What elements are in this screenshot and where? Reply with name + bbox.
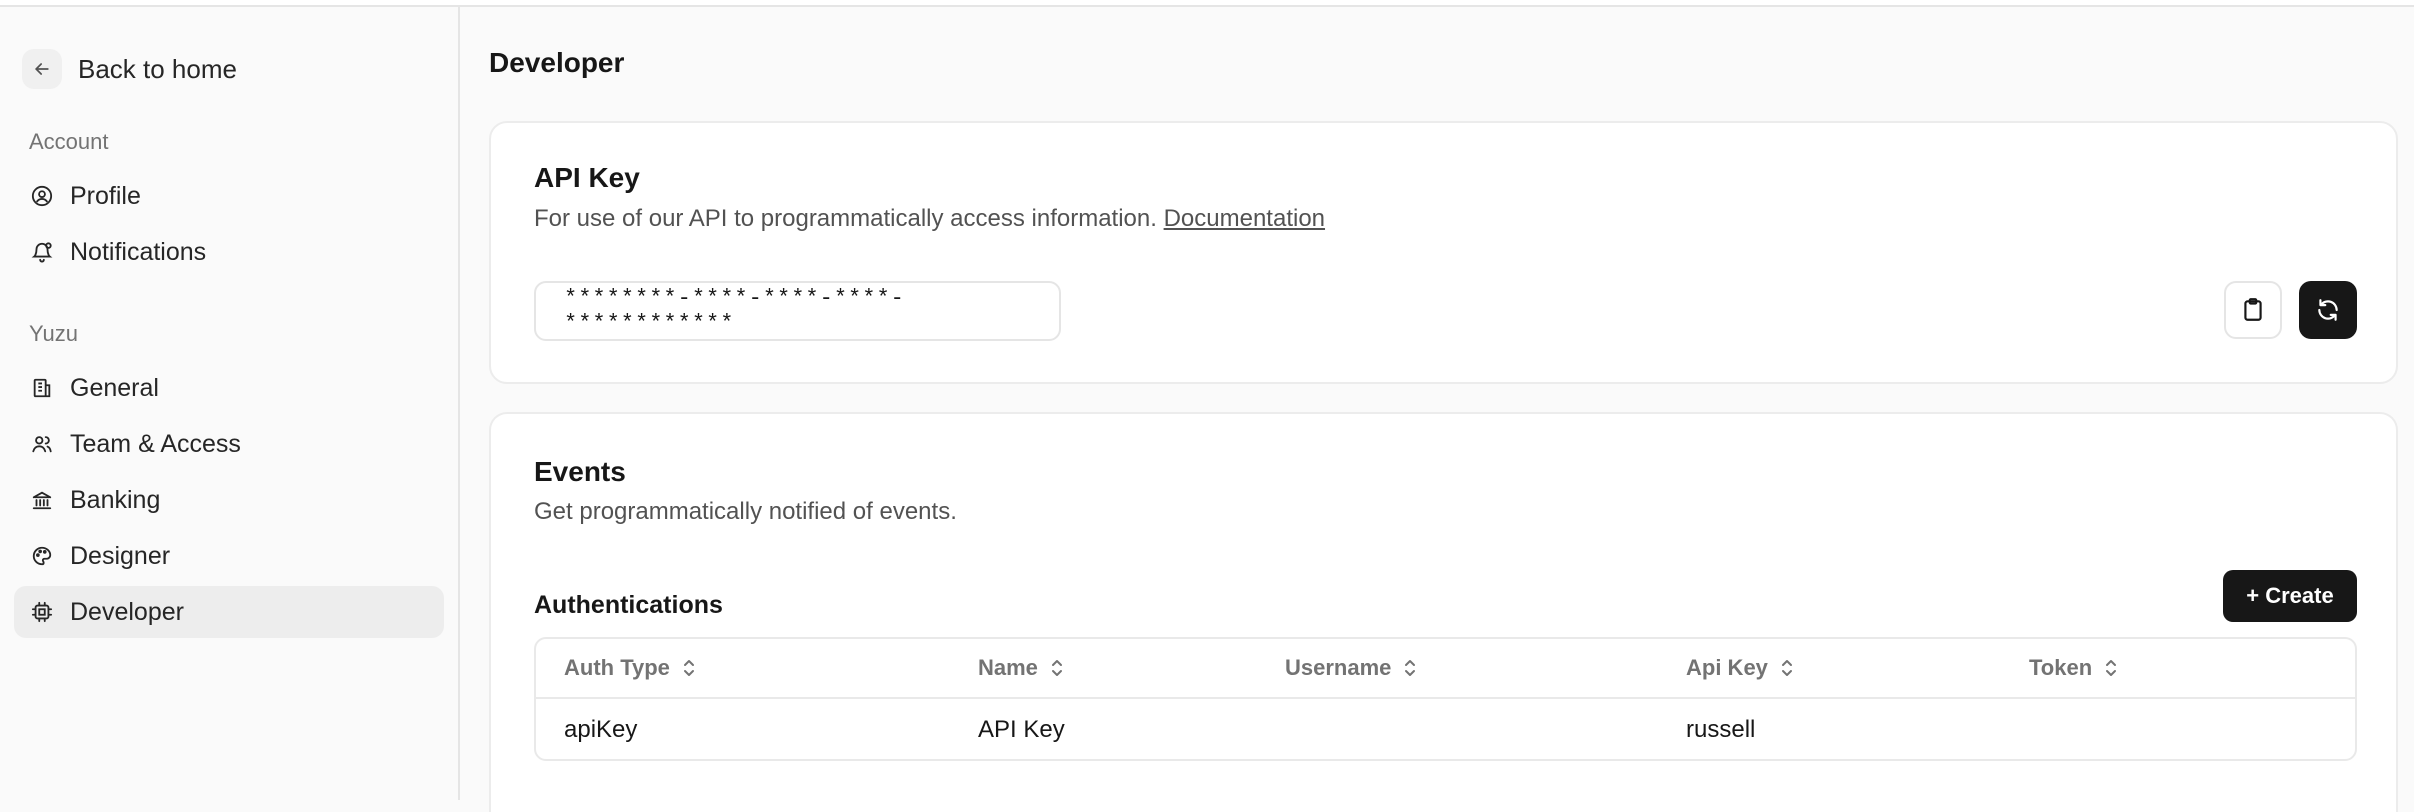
sidebar-item-label: Designer (70, 541, 171, 570)
sort-icon (1781, 660, 1792, 676)
table-row[interactable]: apiKey API Key russell (536, 699, 2355, 759)
column-header-label: Auth Type (564, 655, 670, 680)
create-button[interactable]: + Create (2223, 570, 2357, 622)
sidebar-item-label: General (70, 373, 159, 402)
chip-icon (30, 600, 54, 624)
section-label-account: Account (29, 129, 109, 154)
regenerate-key-button[interactable] (2299, 281, 2357, 339)
column-header-label: Username (1285, 655, 1392, 680)
sidebar-item-label: Profile (70, 181, 141, 210)
top-bar (0, 0, 2414, 7)
events-title: Events (534, 456, 626, 487)
section-label-yuzu: Yuzu (29, 321, 78, 346)
copy-key-button[interactable] (2224, 281, 2282, 339)
documentation-link[interactable]: Documentation (1164, 205, 1325, 232)
events-card: Events Get programmatically notified of … (489, 412, 2398, 812)
back-button[interactable] (22, 49, 62, 89)
back-to-home-label: Back to home (78, 53, 237, 84)
palette-icon (30, 544, 54, 568)
column-header-label: Token (2029, 655, 2093, 680)
column-header-auth-type[interactable]: Auth Type (564, 639, 696, 697)
sidebar-item-team-access[interactable]: Team & Access (14, 418, 444, 470)
sidebar: Back to home Account Profile Notificatio… (0, 7, 460, 800)
sidebar-item-label: Notifications (70, 237, 207, 266)
cell-api-key: russell (1686, 716, 1756, 743)
building-icon (30, 376, 54, 400)
arrow-left-icon (35, 63, 49, 75)
sort-icon (1405, 660, 1416, 676)
api-key-description: For use of our API to programmatically a… (534, 205, 1325, 233)
users-icon (30, 432, 54, 456)
column-header-token[interactable]: Token (2029, 639, 2118, 697)
sidebar-item-developer[interactable]: Developer (14, 586, 444, 638)
cell-name: API Key (978, 716, 1065, 743)
api-key-title: API Key (534, 162, 640, 193)
sort-icon (2106, 660, 2117, 676)
sidebar-item-label: Team & Access (70, 429, 241, 458)
sidebar-item-profile[interactable]: Profile (14, 170, 444, 222)
user-circle-icon (30, 184, 54, 208)
authentications-heading: Authentications (534, 591, 723, 619)
column-header-api-key[interactable]: Api Key (1686, 639, 1794, 697)
back-to-home-link[interactable]: Back to home (22, 49, 237, 89)
sidebar-item-label: Developer (70, 597, 184, 626)
column-header-username[interactable]: Username (1285, 639, 1417, 697)
api-key-card: API Key For use of our API to programmat… (489, 121, 2398, 384)
authentications-table: Auth Type Name Username Api Key Token ap… (534, 637, 2357, 761)
events-description: Get programmatically notified of events. (534, 498, 957, 525)
column-header-name[interactable]: Name (978, 639, 1064, 697)
column-header-label: Api Key (1686, 655, 1768, 680)
sort-icon (683, 660, 694, 676)
page-title: Developer (489, 47, 625, 78)
bank-icon (30, 488, 54, 512)
sidebar-item-notifications[interactable]: Notifications (14, 226, 444, 278)
clipboard-icon (2244, 298, 2262, 321)
sort-icon (1051, 660, 1062, 676)
api-key-description-text: For use of our API to programmatically a… (534, 205, 1157, 232)
sidebar-item-label: Banking (70, 485, 161, 514)
cell-auth-type: apiKey (564, 716, 638, 743)
column-header-label: Name (978, 655, 1038, 680)
bell-icon (30, 240, 54, 264)
sidebar-item-general[interactable]: General (14, 362, 444, 414)
table-header: Auth Type Name Username Api Key Token (536, 639, 2355, 699)
refresh-icon (2318, 299, 2338, 321)
api-key-field[interactable]: ********-****-****-****-************ (534, 281, 1061, 341)
sidebar-item-banking[interactable]: Banking (14, 474, 444, 526)
sidebar-item-designer[interactable]: Designer (14, 530, 444, 582)
